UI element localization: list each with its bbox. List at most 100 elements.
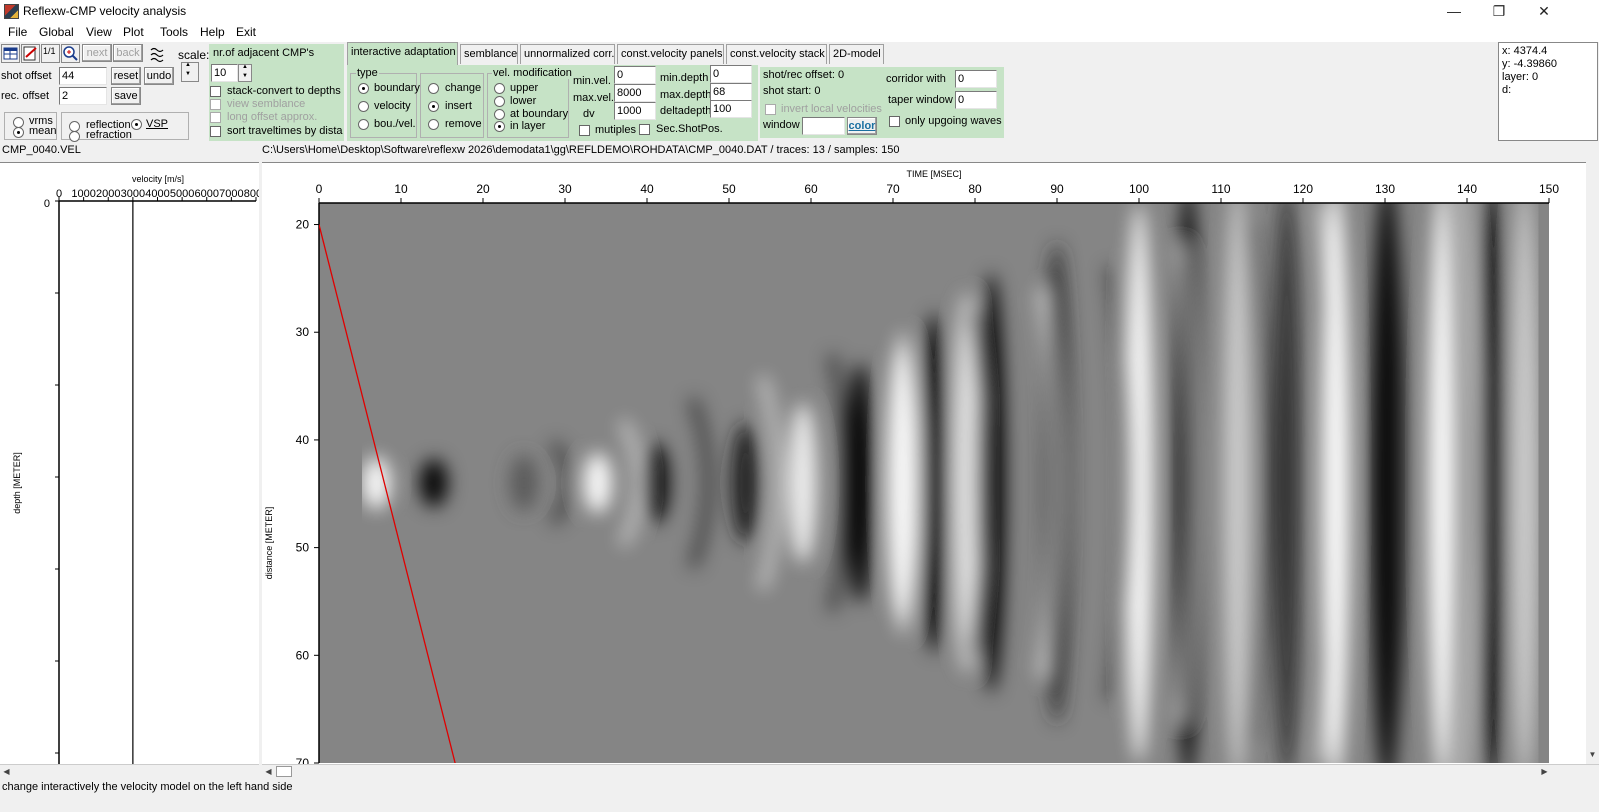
coordinates-readout: x: 4374.4 y: -4.39860 layer: 0 d: <box>1498 42 1598 141</box>
shot-offset-input[interactable]: 44 <box>59 67 107 85</box>
invert-local-label: invert local velocities <box>781 103 882 115</box>
rec-offset-input[interactable]: 2 <box>59 87 107 105</box>
one-by-one-label: 1/1 <box>43 46 56 56</box>
cmp-data-plot[interactable]: TIME [MSEC] distance [METER] 0 10 20 30 40 50… <box>262 163 1599 770</box>
scroll-left-arrow-icon[interactable]: ◀ <box>0 765 13 778</box>
multiples-label: mutiples <box>595 124 636 136</box>
table-icon[interactable] <box>1 44 20 63</box>
close-button[interactable]: ✕ <box>1521 0 1567 23</box>
at-boundary-radio[interactable] <box>494 109 505 120</box>
tab-const-velocity-stack[interactable]: const.velocity stack <box>726 44 827 64</box>
vsp-label: VSP <box>146 118 169 130</box>
menu-help[interactable]: Help <box>200 25 225 39</box>
data-file-path: C:\Users\Home\Desktop\Software\reflexw 2… <box>262 144 900 156</box>
stack-convert-checkbox[interactable] <box>210 86 221 97</box>
multiples-checkbox[interactable] <box>579 125 590 136</box>
bou-vel-radio[interactable] <box>358 119 369 130</box>
zoom-icon[interactable] <box>61 44 80 63</box>
data-hscrollbar[interactable]: ◀ ▶ <box>262 764 1599 778</box>
sec-shotpos-checkbox[interactable] <box>639 124 650 135</box>
velocity-model-panel[interactable]: velocity [m/s] 0 1000 2000 3000 4000 5000 6000… <box>0 162 268 765</box>
save-button[interactable]: save <box>111 87 141 105</box>
status-text: change interactively the velocity model … <box>2 781 293 793</box>
seismic-event <box>1272 203 1301 763</box>
scale-spinner[interactable] <box>181 62 199 82</box>
view-semblance-checkbox[interactable] <box>210 99 221 110</box>
vsp-radio[interactable] <box>131 119 142 130</box>
taper-input[interactable]: 0 <box>955 91 997 109</box>
velocity-tick-label: 5000 <box>170 188 194 200</box>
menu-plot[interactable]: Plot <box>123 25 144 39</box>
color-button[interactable]: color <box>847 117 877 135</box>
min-vel-input[interactable]: 0 <box>614 66 656 84</box>
long-offset-checkbox[interactable] <box>210 112 221 123</box>
seismic-event <box>641 443 670 523</box>
menu-file[interactable]: File <box>8 25 27 39</box>
boundary-radio[interactable] <box>358 83 369 94</box>
max-depth-input[interactable]: 68 <box>710 83 752 101</box>
velocity-model-plot[interactable]: velocity [m/s] 0 1000 2000 3000 4000 5000 6000… <box>0 163 268 765</box>
velocity-tick-label: 6000 <box>195 188 219 200</box>
scroll-thumb[interactable] <box>276 766 292 777</box>
maximize-button[interactable]: ❐ <box>1476 0 1522 23</box>
coord-layer: layer: 0 <box>1502 71 1539 83</box>
time-tick-label: 40 <box>640 182 654 196</box>
data-plot-panel[interactable]: TIME [MSEC] distance [METER] 0 10 20 30 40 50… <box>262 162 1599 770</box>
minimize-button[interactable]: — <box>1431 0 1477 23</box>
remove-radio[interactable] <box>428 119 439 130</box>
tab-2d-model[interactable]: 2D-model <box>829 44 884 64</box>
lower-radio[interactable] <box>494 96 505 107</box>
invert-local-checkbox[interactable] <box>765 104 776 115</box>
min-depth-input[interactable]: 0 <box>710 65 752 83</box>
data-vscrollbar[interactable]: ▼ <box>1586 162 1599 764</box>
tab-interactive-adaptation[interactable]: interactive adaptation <box>347 42 458 65</box>
only-upgoing-checkbox[interactable] <box>889 116 900 127</box>
menu-exit[interactable]: Exit <box>236 25 256 39</box>
sort-traveltimes-checkbox[interactable] <box>210 126 221 137</box>
title-bar: Reflexw-CMP velocity analysis — ❐ ✕ <box>0 0 1599 23</box>
insert-radio[interactable] <box>428 101 439 112</box>
window-input[interactable] <box>802 117 845 135</box>
menu-tools[interactable]: Tools <box>160 25 188 39</box>
dv-input[interactable]: 1000 <box>614 102 656 120</box>
dv-label: dv <box>583 108 595 120</box>
scroll-down-arrow-icon[interactable]: ▼ <box>1586 748 1599 761</box>
time-tick-label: 100 <box>1129 182 1149 196</box>
time-tick-label: 90 <box>1050 182 1064 196</box>
reset-button[interactable]: reset <box>111 67 141 85</box>
adjacent-cmp-spinner[interactable] <box>238 64 252 82</box>
data-scroll-right-arrow-icon[interactable]: ▶ <box>1538 765 1551 778</box>
upper-radio[interactable] <box>494 83 505 94</box>
undo-button[interactable]: undo <box>144 67 174 85</box>
max-vel-input[interactable]: 8000 <box>614 84 656 102</box>
time-tick-label: 10 <box>394 182 408 196</box>
tab-unnormalized-corr[interactable]: unnormalized corr. <box>520 44 615 64</box>
change-label: change <box>445 82 482 94</box>
time-tick-label: 70 <box>886 182 900 196</box>
velocity-hscrollbar[interactable]: ◀ <box>0 764 259 778</box>
one-by-one-button[interactable]: 1/1 <box>41 44 60 63</box>
back-button[interactable]: back <box>113 44 143 62</box>
tab-const-velocity-panels[interactable]: const.velocity panels <box>617 44 724 64</box>
change-radio[interactable] <box>428 83 439 94</box>
wiggle-icon[interactable] <box>149 46 167 64</box>
in-layer-radio[interactable] <box>494 121 505 132</box>
next-button[interactable]: next <box>82 44 112 62</box>
refraction-radio[interactable] <box>69 131 80 142</box>
tab-semblance[interactable]: semblance <box>460 44 518 64</box>
coord-d: d: <box>1502 84 1512 96</box>
lower-label: lower <box>510 95 537 107</box>
menu-global[interactable]: Global <box>39 25 74 39</box>
deltadepth-input[interactable]: 100 <box>710 100 752 118</box>
seismic-event <box>731 423 760 543</box>
data-scroll-left-arrow-icon[interactable]: ◀ <box>262 765 275 778</box>
mean-radio[interactable] <box>13 127 24 138</box>
edit-picks-icon[interactable] <box>21 44 40 63</box>
shot-offset-label: shot offset <box>1 70 52 82</box>
time-tick-label: 50 <box>722 182 736 196</box>
time-tick-label: 110 <box>1211 182 1230 196</box>
menu-view[interactable]: View <box>86 25 112 39</box>
velocity-radio[interactable] <box>358 101 369 112</box>
adjacent-cmp-input[interactable]: 10 <box>211 64 238 82</box>
corridor-input[interactable]: 0 <box>955 70 997 88</box>
